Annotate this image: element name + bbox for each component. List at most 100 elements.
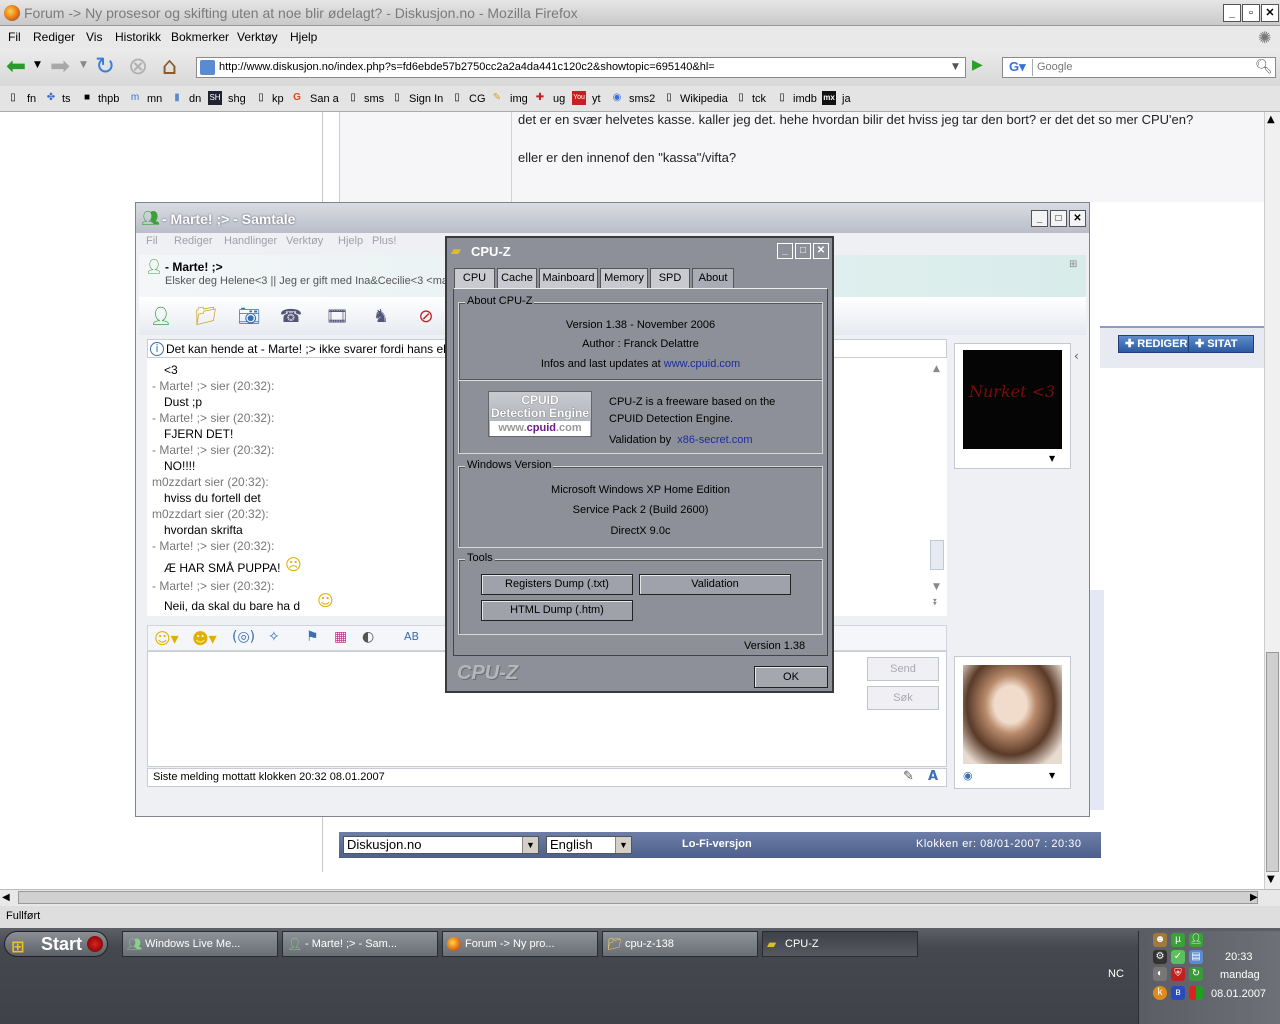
bookmark-ug[interactable]: ug — [553, 93, 565, 105]
tray-update-icon[interactable]: ↻ — [1189, 967, 1203, 981]
lofi-link[interactable]: Lo-Fi-versjon — [682, 838, 752, 850]
edit-post-button[interactable]: ✚ REDIGER — [1118, 335, 1195, 353]
msn-menu-hjelp[interactable]: Hjelp — [338, 235, 363, 247]
bookmark-dn[interactable]: dn — [189, 93, 201, 105]
send-files-icon[interactable]: 📁︎ — [194, 305, 218, 327]
menu-fil[interactable]: Fil — [8, 30, 21, 44]
block-contact-icon[interactable]: ⊘ — [414, 305, 438, 327]
tab-spd[interactable]: SPD — [650, 268, 690, 288]
msn-menu-plus[interactable]: Plus! — [372, 235, 396, 247]
forum-select[interactable]: Diskusjon.no ▼ — [343, 836, 539, 854]
msn-menu-verktoy[interactable]: Verktøy — [286, 235, 323, 247]
webcam-icon[interactable]: 📷︎ — [237, 305, 261, 327]
tray-network-icon[interactable]: ▤ — [1189, 950, 1203, 964]
msn-menu-handlinger[interactable]: Handlinger — [224, 235, 277, 247]
send-button[interactable]: Send — [867, 657, 939, 681]
own-picture-menu-icon[interactable]: ▼ — [1049, 771, 1055, 780]
x86-secret-link[interactable]: x86-secret.com — [677, 434, 752, 446]
messenger-maximize-button[interactable]: □ — [1050, 210, 1067, 227]
tab-mainboard[interactable]: Mainboard — [539, 268, 598, 288]
bookmark-mn[interactable]: mn — [147, 93, 162, 105]
validation-button[interactable]: Validation — [639, 574, 791, 595]
messenger-close-button[interactable]: ✕ — [1069, 210, 1086, 227]
tab-cache[interactable]: Cache — [497, 268, 537, 288]
page-horizontal-scrollbar[interactable]: ◀ ▶ — [0, 889, 1280, 906]
language-select[interactable]: English ▼ — [546, 836, 632, 854]
go-arrow-icon[interactable]: ▶ — [972, 57, 983, 73]
menu-historikk[interactable]: Historikk — [115, 30, 161, 44]
sound-icon[interactable]: ◐ — [362, 629, 374, 645]
back-arrow-icon[interactable]: ⬅ — [6, 53, 26, 79]
menu-vis[interactable]: Vis — [86, 30, 102, 44]
stop-icon[interactable]: ⊗ — [128, 53, 148, 79]
back-dropdown-icon[interactable]: ▼ — [34, 60, 41, 70]
own-webcam-icon[interactable]: ◉ — [963, 769, 973, 782]
tray-security-icon[interactable]: ⛨ — [1171, 967, 1185, 981]
convo-scroll-down-icon[interactable]: ▼ — [933, 582, 940, 592]
picture-menu-icon[interactable]: ▼ — [1049, 454, 1055, 463]
menu-rediger[interactable]: Rediger — [33, 30, 75, 44]
cpuz-maximize-button[interactable]: □ — [795, 243, 811, 259]
emoticon-picker-icon[interactable]: ☺▾ — [154, 629, 179, 648]
bookmark-kp[interactable]: kp — [272, 93, 284, 105]
tray-steam-icon[interactable]: ⚙ — [1153, 950, 1167, 964]
forward-dropdown-icon[interactable]: ▼ — [80, 60, 87, 70]
task-firefox[interactable]: Forum -> Ny pro... — [442, 931, 598, 957]
convo-scroll-thumb[interactable] — [930, 540, 944, 570]
tray-utorrent-icon[interactable]: µ — [1171, 933, 1185, 947]
bluetooth-icon[interactable]: ʙ — [1171, 986, 1185, 1000]
ok-button[interactable]: OK — [754, 666, 828, 688]
cpuid-link[interactable]: www.cpuid.com — [664, 358, 740, 370]
activities-icon[interactable]: ♞ — [369, 305, 393, 327]
bookmark-ja[interactable]: ja — [842, 93, 851, 105]
home-icon[interactable]: ⌂ — [162, 53, 177, 79]
tray-monkey-icon[interactable]: ☻ — [1153, 933, 1167, 947]
color-grid-icon[interactable]: ▦ — [334, 629, 347, 645]
language-indicator[interactable]: NC — [1108, 968, 1124, 980]
tab-cpu[interactable]: CPU — [454, 268, 495, 288]
scroll-down-icon[interactable]: ▼ — [1267, 874, 1275, 885]
background-icon[interactable]: ⚑ — [306, 629, 319, 645]
search-magnifier-icon[interactable]: 🔍︎ — [1255, 59, 1273, 75]
search-box[interactable]: G▾ Google 🔍︎ — [1002, 57, 1276, 78]
tray-check-icon[interactable]: ✓ — [1171, 950, 1185, 964]
reload-icon[interactable]: ↻ — [95, 53, 115, 79]
tab-about[interactable]: About — [692, 268, 734, 290]
search-button[interactable]: Søk — [867, 686, 939, 710]
forward-arrow-icon[interactable]: ➡ — [50, 53, 70, 79]
scroll-left-icon[interactable]: ◀ — [2, 892, 10, 903]
messenger-minimize-button[interactable]: _ — [1031, 210, 1048, 227]
msn-menu-fil[interactable]: Fil — [146, 235, 158, 247]
html-dump-button[interactable]: HTML Dump (.htm) — [481, 600, 633, 621]
nudge-icon[interactable]: ✧ — [268, 629, 280, 645]
bookmark-img[interactable]: img — [510, 93, 528, 105]
bookmark-sign-in[interactable]: Sign In — [409, 93, 443, 105]
bookmark-thpb[interactable]: thpb — [98, 93, 119, 105]
video-call-icon[interactable]: 🎞︎ — [325, 305, 349, 327]
bookmark-sms2[interactable]: sms2 — [629, 93, 655, 105]
bookmark-shg[interactable]: shg — [228, 93, 246, 105]
task-cpuz[interactable]: ▰ CPU-Z — [762, 931, 918, 957]
wink-picker-icon[interactable]: ☻▾ — [192, 629, 217, 648]
minimize-button[interactable]: _ — [1223, 4, 1241, 22]
url-bar[interactable]: http://www.diskusjon.no/index.php?s=fd6e… — [196, 57, 966, 78]
url-dropdown-icon[interactable]: ▼ — [952, 62, 959, 72]
close-button[interactable]: ✕ — [1261, 4, 1279, 22]
bookmark-wikipedia[interactable]: Wikipedia — [680, 93, 728, 105]
tray-k-icon[interactable]: k — [1153, 986, 1167, 1000]
msn-menu-rediger[interactable]: Rediger — [174, 235, 213, 247]
convo-scroll-up-icon[interactable]: ▲ — [933, 364, 940, 374]
cpuz-minimize-button[interactable]: _ — [777, 243, 793, 259]
expand-header-icon[interactable]: ⊞ — [1069, 259, 1077, 270]
handwriting-icon[interactable]: ✎ — [903, 769, 914, 784]
font-icon[interactable]: A — [928, 769, 938, 784]
bookmark-yt[interactable]: yt — [592, 93, 601, 105]
cpuz-close-button[interactable]: ✕ — [813, 243, 829, 259]
call-icon[interactable]: ☎ — [279, 305, 303, 327]
bookmark-san-a[interactable]: San a — [310, 93, 339, 105]
start-button[interactable]: ⊞ Start — [4, 931, 108, 957]
scroll-thumb[interactable] — [1266, 652, 1279, 872]
restore-button[interactable]: ▫ — [1242, 4, 1260, 22]
google-engine-icon[interactable]: G▾ — [1005, 59, 1033, 76]
tray-volume-icon[interactable]: ◐ — [1153, 967, 1167, 981]
